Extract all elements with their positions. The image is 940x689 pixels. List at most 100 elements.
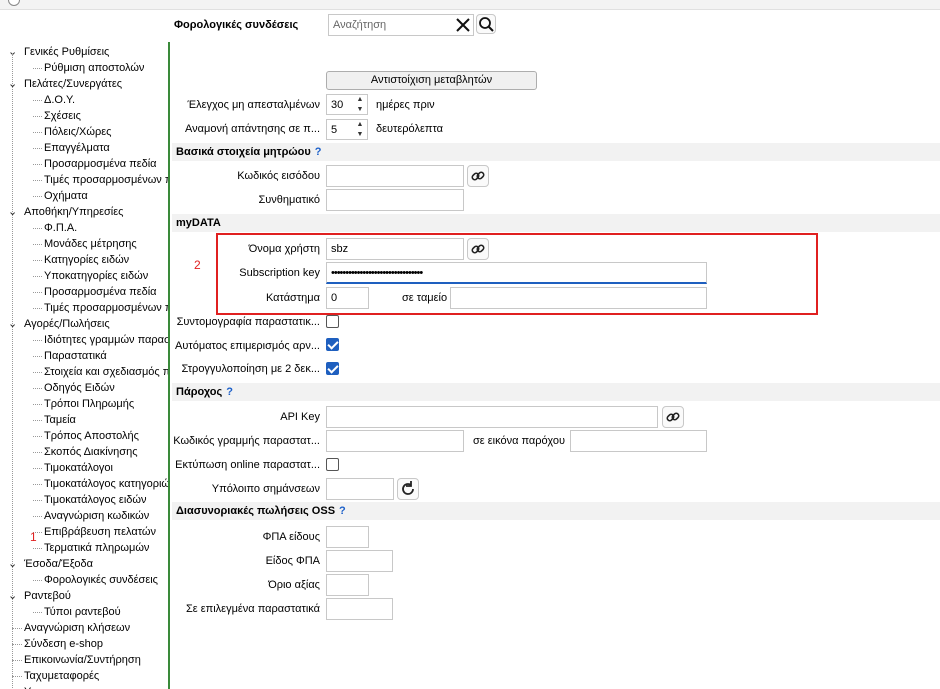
subscription-key-label: Subscription key — [239, 267, 320, 279]
register-input[interactable] — [450, 287, 707, 309]
tree-connector — [33, 388, 42, 389]
annotation-marker-1: 1 — [30, 530, 37, 544]
sidebar-item-12[interactable]: Μονάδες μέτρησης — [44, 236, 137, 252]
sidebar-item-38[interactable]: Επικοινωνία/Συντήρηση — [24, 652, 141, 668]
value-limit-input[interactable] — [326, 574, 369, 596]
sidebar-item-8[interactable]: Τιμές προσαρμοσμένων π — [44, 172, 168, 188]
refresh-balance-button[interactable] — [397, 478, 419, 500]
selected-docs-label: Σε επιλεγμένα παραστατικά — [185, 603, 320, 615]
provider-section-header: Πάροχος? — [172, 383, 940, 401]
settings-tree: Γενικές Ρυθμίσεις ⌄ Ρύθμιση αποστολών Πελάτ… — [0, 42, 170, 689]
sidebar-item-23[interactable]: Ταμεία — [44, 412, 76, 428]
sidebar-item-7[interactable]: Προσαρμοσμένα πεδία — [44, 156, 157, 172]
sidebar-item-36[interactable]: Αναγνώριση κλήσεων — [24, 620, 130, 636]
sidebar-item-15[interactable]: Προσαρμοσμένα πεδία — [44, 284, 157, 300]
username-input[interactable]: sbz — [326, 238, 464, 260]
sidebar-item-40[interactable]: Υ... — [24, 684, 39, 689]
rounding-checkbox[interactable] — [326, 362, 339, 375]
tree-connector — [33, 404, 42, 405]
map-variables-button[interactable]: Αντιστοίχιση μεταβλητών — [326, 71, 537, 90]
sidebar-item-19[interactable]: Παραστατικά — [44, 348, 107, 364]
sidebar-item-27[interactable]: Τιμοκατάλογος κατηγοριώ — [44, 476, 168, 492]
sidebar-item-10[interactable]: Αποθήκη/Υπηρεσίες — [24, 204, 123, 220]
refresh-icon — [402, 481, 414, 495]
sidebar-item-22[interactable]: Τρόποι Πληρωμής — [44, 396, 134, 412]
sidebar-item-0[interactable]: Γενικές Ρυθμίσεις — [24, 44, 109, 60]
tree-connector — [33, 244, 42, 245]
sidebar-item-1[interactable]: Ρύθμιση αποστολών — [44, 60, 144, 76]
help-icon[interactable]: ? — [339, 505, 346, 517]
password-input[interactable] — [326, 189, 464, 211]
tree-connector — [33, 116, 42, 117]
help-icon[interactable]: ? — [315, 146, 322, 158]
vat-item-input[interactable] — [326, 526, 369, 548]
sidebar-item-31[interactable]: Τερματικά πληρωμών — [44, 540, 149, 556]
sidebar-item-14[interactable]: Υποκατηγορίες ειδών — [44, 268, 148, 284]
clear-search-icon[interactable] — [456, 18, 470, 32]
sidebar-item-33[interactable]: Φορολογικές συνδέσεις — [44, 572, 158, 588]
response-wait-spinner[interactable]: ▲ ▼ — [353, 120, 367, 140]
vat-type-input[interactable] — [326, 550, 393, 572]
provider-section-title: Πάροχος — [176, 386, 223, 398]
sidebar-item-11[interactable]: Φ.Π.Α. — [44, 220, 77, 236]
tree-connector — [33, 484, 42, 485]
api-link-button[interactable] — [662, 406, 684, 428]
sidebar-item-39[interactable]: Ταχυμεταφορές — [24, 668, 99, 684]
sidebar-item-21[interactable]: Οδηγός Ειδών — [44, 380, 115, 396]
subscription-key-input[interactable]: •••••••••••••••••••••••••••••••• — [326, 262, 707, 284]
sidebar-item-6[interactable]: Επαγγέλματα — [44, 140, 110, 156]
tree-connector — [33, 356, 42, 357]
sidebar-item-2[interactable]: Πελάτες/Συνεργάτες — [24, 76, 122, 92]
login-code-label: Κωδικός εισόδου — [237, 170, 320, 182]
search-button[interactable] — [476, 14, 496, 34]
username-link-button[interactable] — [467, 238, 489, 260]
store-input[interactable]: 0 — [326, 287, 369, 309]
page-title: Φορολογικές συνδέσεις — [174, 19, 299, 31]
sidebar-item-29[interactable]: Αναγνώριση κωδικών — [44, 508, 149, 524]
sidebar-item-35[interactable]: Τύποι ραντεβού — [44, 604, 121, 620]
auto-split-checkbox[interactable] — [326, 338, 339, 351]
sidebar-item-24[interactable]: Τρόπος Αποστολής — [44, 428, 139, 444]
sidebar-item-32[interactable]: Έσοδα/Έξοδα — [24, 556, 93, 572]
sidebar-item-5[interactable]: Πόλεις/Χώρες — [44, 124, 111, 140]
sidebar-item-13[interactable]: Κατηγορίες ειδών — [44, 252, 129, 268]
sidebar-item-37[interactable]: Σύνδεση e-shop — [24, 636, 103, 652]
tree-connector — [33, 516, 42, 517]
unsent-check-spinner[interactable]: ▲ ▼ — [353, 95, 367, 115]
sidebar-item-28[interactable]: Τιμοκατάλογος ειδών — [44, 492, 146, 508]
link-icon — [471, 171, 485, 181]
sidebar-item-25[interactable]: Σκοπός Διακίνησης — [44, 444, 138, 460]
login-link-button[interactable] — [467, 165, 489, 187]
help-icon[interactable]: ? — [226, 386, 233, 398]
response-wait-label: Αναμονή απάντησης σε π... — [184, 123, 320, 135]
sidebar-item-3[interactable]: Δ.Ο.Υ. — [44, 92, 75, 108]
sidebar-item-16[interactable]: Τιμές προσαρμοσμένων π — [44, 300, 168, 316]
line-code-input[interactable] — [326, 430, 464, 452]
tree-connector — [33, 436, 42, 437]
print-online-checkbox[interactable] — [326, 458, 339, 471]
abbrev-checkbox[interactable] — [326, 315, 339, 328]
link-icon — [666, 412, 680, 422]
sidebar-item-18[interactable]: Ιδιότητες γραμμών παραστ — [44, 332, 168, 348]
api-key-input[interactable] — [326, 406, 658, 428]
sidebar-item-9[interactable]: Οχήματα — [44, 188, 88, 204]
main-panel: Φορολογικές συνδέσεις Αναζήτηση Αντιστοί… — [172, 10, 940, 689]
balance-input[interactable] — [326, 478, 394, 500]
unsent-check-label: Έλεγχος μη απεσταλμένων — [187, 99, 320, 111]
sidebar-item-20[interactable]: Στοιχεία και σχεδιασμός π — [44, 364, 168, 380]
tree-connector — [33, 420, 42, 421]
provider-image-input[interactable] — [570, 430, 707, 452]
sidebar-item-17[interactable]: Αγορές/Πωλήσεις — [24, 316, 110, 332]
value-limit-label: Όριο αξίας — [268, 579, 320, 591]
sidebar-item-4[interactable]: Σχέσεις — [44, 108, 81, 124]
selected-docs-input[interactable] — [326, 598, 393, 620]
sidebar-item-26[interactable]: Τιμοκατάλογοι — [44, 460, 113, 476]
sidebar-item-34[interactable]: Ραντεβού — [24, 588, 71, 604]
mydata-section-title: myDATA — [176, 217, 221, 229]
search-input[interactable]: Αναζήτηση — [328, 14, 474, 36]
tree-connector — [33, 340, 42, 341]
login-code-input[interactable] — [326, 165, 464, 187]
tree-connector — [33, 132, 42, 133]
abbrev-label: Συντομογραφία παραστατικ... — [176, 316, 320, 328]
sidebar-item-30[interactable]: Επιβράβευση πελατών — [44, 524, 156, 540]
